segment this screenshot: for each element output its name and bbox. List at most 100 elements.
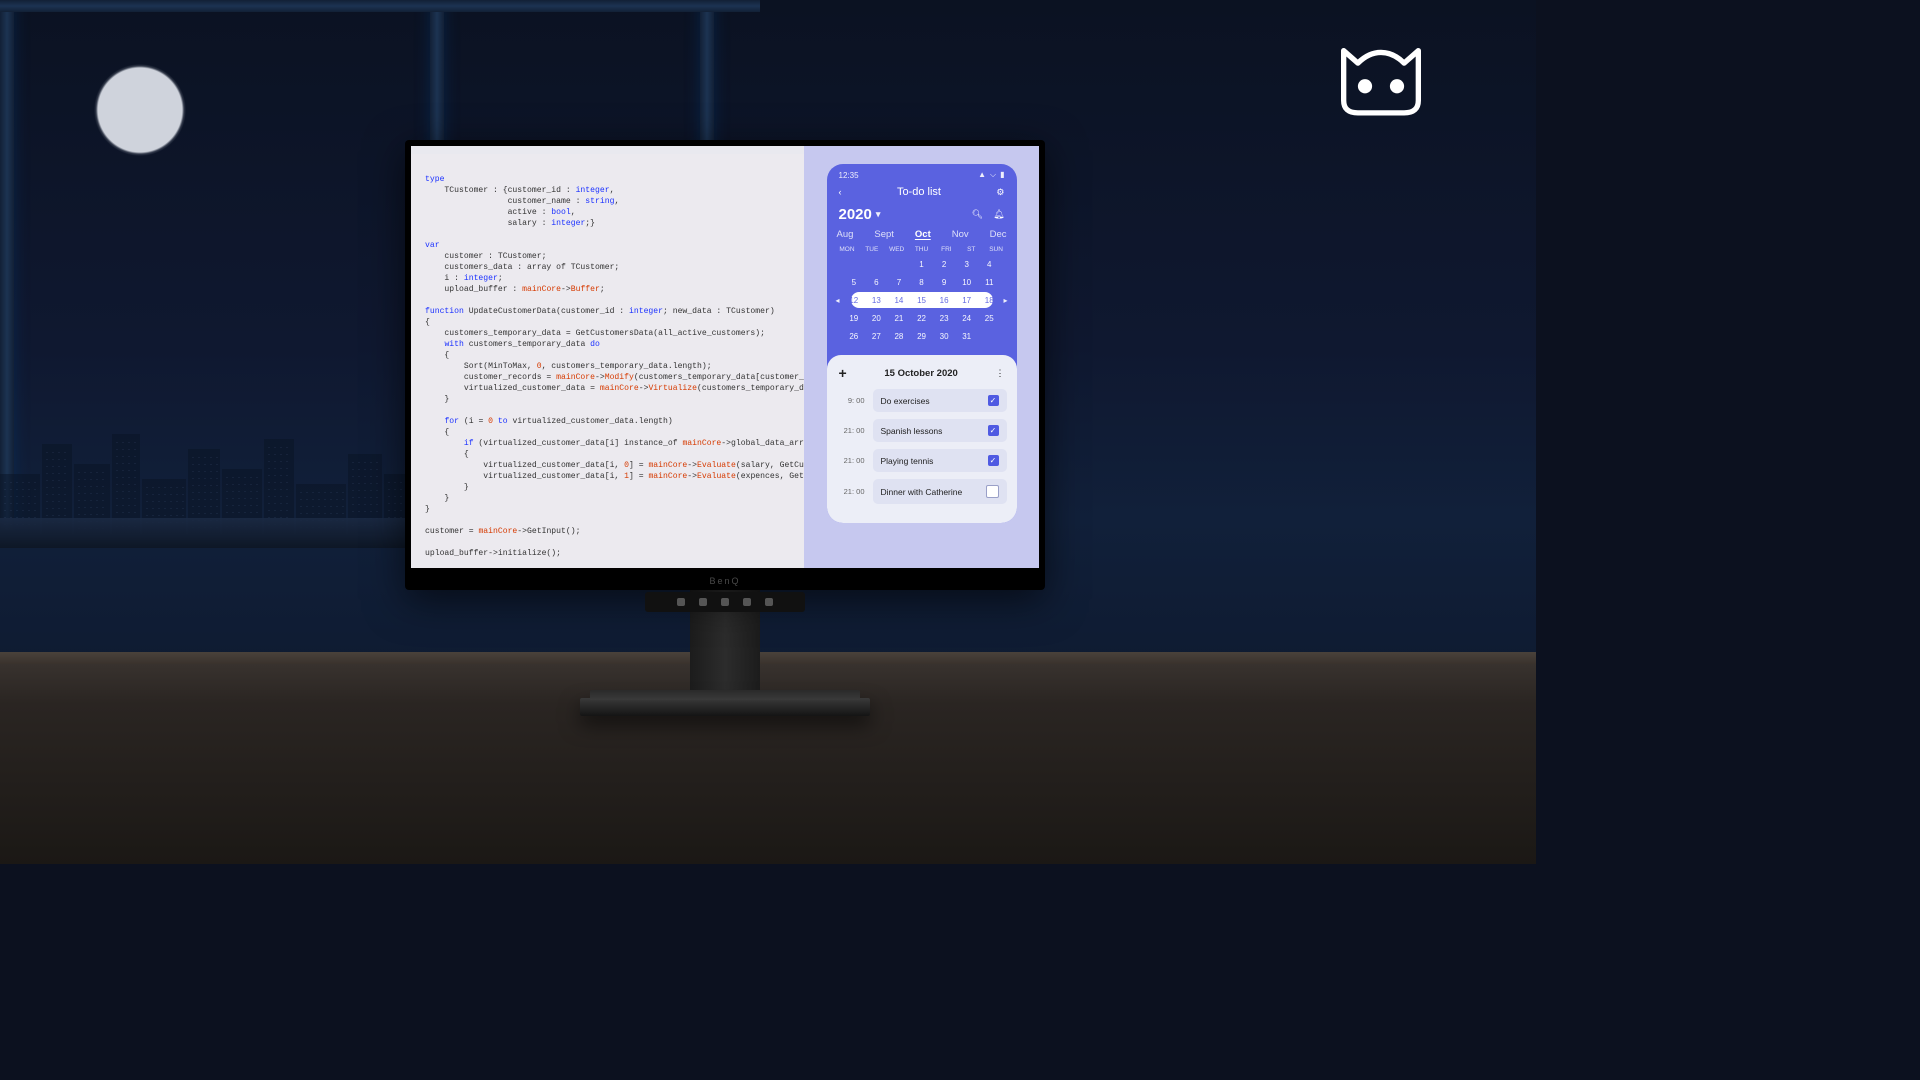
calendar-day[interactable]: 12: [843, 296, 866, 305]
year-label: 2020: [839, 206, 872, 223]
calendar-prev-icon[interactable]: ◂: [833, 296, 843, 305]
calendar-row: ◂262728293031▸: [833, 327, 1011, 345]
todo-pill[interactable]: Dinner with Catherine: [873, 479, 1007, 504]
month-tab[interactable]: Aug: [837, 229, 854, 240]
owl-logo-icon: [1326, 40, 1436, 120]
calendar-day[interactable]: 11: [978, 278, 1001, 287]
month-tab[interactable]: Nov: [952, 229, 969, 240]
calendar-day[interactable]: 25: [978, 314, 1001, 323]
monitor-button[interactable]: [699, 598, 707, 606]
todo-time: 21: 00: [837, 426, 865, 435]
calendar-day[interactable]: 22: [910, 314, 933, 323]
weekday-label: THU: [909, 246, 934, 253]
calendar-day[interactable]: 2: [933, 260, 956, 269]
month-tabs: Aug Sept Oct Nov Dec: [827, 229, 1017, 246]
monitor-brand: BenQ: [405, 576, 1045, 586]
calendar-day[interactable]: 7: [888, 278, 911, 287]
calendar-row: ◂567891011▸: [833, 273, 1011, 291]
scene: BenQ type TCustomer : {customer_id : int…: [0, 0, 1536, 864]
month-tab[interactable]: Oct: [915, 229, 931, 240]
monitor-button[interactable]: [743, 598, 751, 606]
chevron-down-icon: ▾: [876, 209, 881, 220]
todo-pill[interactable]: Playing tennis ✓: [873, 449, 1007, 472]
todo-card: + 15 October 2020 ⋮ 9: 00 Do exercises✓ 21…: [827, 355, 1017, 523]
back-icon[interactable]: ‹: [839, 187, 842, 197]
calendar-day[interactable]: 26: [843, 332, 866, 341]
todo-pill[interactable]: Spanish lessons✓: [873, 419, 1007, 442]
todo-checkbox[interactable]: ✓: [988, 425, 999, 436]
todo-item: 21: 00 Playing tennis ✓: [837, 449, 1007, 472]
calendar-day[interactable]: 30: [933, 332, 956, 341]
calendar-day[interactable]: 1: [910, 260, 933, 269]
year-row: 2020 ▾ 🔍︎ 🔔︎: [827, 204, 1017, 229]
calendar-day[interactable]: 10: [955, 278, 978, 287]
calendar-day[interactable]: 20: [865, 314, 888, 323]
monitor-button[interactable]: [721, 598, 729, 606]
calendar-day[interactable]: 31: [955, 332, 978, 341]
calendar-day[interactable]: 23: [933, 314, 956, 323]
monitor-screen: type TCustomer : {customer_id : integer,…: [411, 146, 1039, 568]
todo-checkbox[interactable]: ✓: [988, 455, 999, 466]
todo-list: 9: 00 Do exercises✓ 21: 00 Spanish lessons✓…: [837, 389, 1007, 504]
monitor-buttons: [645, 592, 805, 612]
signal-icon: ▲: [978, 170, 986, 180]
calendar-day[interactable]: 15: [910, 296, 933, 305]
calendar-day[interactable]: 8: [910, 278, 933, 287]
calendar-day[interactable]: 19: [843, 314, 866, 323]
todo-time: 21: 00: [837, 487, 865, 496]
monitor-stand: [580, 698, 870, 716]
todo-item: 9: 00 Do exercises✓: [837, 389, 1007, 412]
todo-pill[interactable]: Do exercises✓: [873, 389, 1007, 412]
weekday-label: FRI: [934, 246, 959, 253]
calendar-day[interactable]: 24: [955, 314, 978, 323]
todo-label: Playing tennis: [881, 456, 934, 466]
todo-item: 21: 00 Dinner with Catherine: [837, 479, 1007, 504]
calendar-day[interactable]: 6: [865, 278, 888, 287]
monitor-button[interactable]: [765, 598, 773, 606]
todo-time: 21: 00: [837, 456, 865, 465]
calendar-next-icon[interactable]: ▸: [1001, 296, 1011, 305]
year-selector[interactable]: 2020 ▾: [839, 206, 881, 223]
month-tab[interactable]: Dec: [990, 229, 1007, 240]
add-button[interactable]: +: [839, 365, 847, 381]
calendar-day[interactable]: 3: [955, 260, 978, 269]
todo-time: 9: 00: [837, 396, 865, 405]
gear-icon[interactable]: ⚙: [996, 187, 1004, 198]
bell-icon[interactable]: 🔔︎: [993, 209, 1004, 220]
city-skyline: [0, 414, 440, 534]
more-icon[interactable]: ⋮: [996, 368, 1005, 379]
todo-checkbox[interactable]: [986, 485, 999, 498]
calendar-day[interactable]: 5: [843, 278, 866, 287]
monitor: BenQ type TCustomer : {customer_id : int…: [405, 140, 1045, 590]
search-icon[interactable]: 🔍︎: [972, 209, 983, 220]
battery-icon: ▮: [1000, 170, 1004, 180]
calendar-row: ◂12131415161718▸: [833, 291, 1011, 309]
todo-item: 21: 00 Spanish lessons✓: [837, 419, 1007, 442]
calendar-day[interactable]: 9: [933, 278, 956, 287]
calendar-day[interactable]: 16: [933, 296, 956, 305]
todo-checkbox[interactable]: ✓: [988, 395, 999, 406]
todo-label: Dinner with Catherine: [881, 487, 963, 497]
calendar-day[interactable]: 18: [978, 296, 1001, 305]
monitor-bezel: BenQ type TCustomer : {customer_id : int…: [405, 140, 1045, 590]
month-tab[interactable]: Sept: [874, 229, 894, 240]
weekday-label: TUE: [859, 246, 884, 253]
calendar-day[interactable]: 28: [888, 332, 911, 341]
calendar-day[interactable]: 17: [955, 296, 978, 305]
app-bar: ‹ To-do list ⚙: [827, 182, 1017, 204]
phone-status-bar: 12:35 ▲ ⌵ ▮: [827, 164, 1017, 182]
calendar-day[interactable]: 29: [910, 332, 933, 341]
monitor-button[interactable]: [677, 598, 685, 606]
calendar-day[interactable]: 14: [888, 296, 911, 305]
weekday-label: WED: [884, 246, 909, 253]
status-icons: ▲ ⌵ ▮: [978, 170, 1004, 180]
calendar-day[interactable]: 27: [865, 332, 888, 341]
calendar-day[interactable]: 13: [865, 296, 888, 305]
todo-header: + 15 October 2020 ⋮: [837, 363, 1007, 389]
weekday-label: MON: [835, 246, 860, 253]
calendar-day[interactable]: 4: [978, 260, 1001, 269]
wifi-icon: ⌵: [990, 170, 996, 180]
phone-mockup: 12:35 ▲ ⌵ ▮ ‹ To-do list ⚙: [827, 164, 1017, 523]
calendar-row: ◂1234▸: [833, 255, 1011, 273]
calendar-day[interactable]: 21: [888, 314, 911, 323]
